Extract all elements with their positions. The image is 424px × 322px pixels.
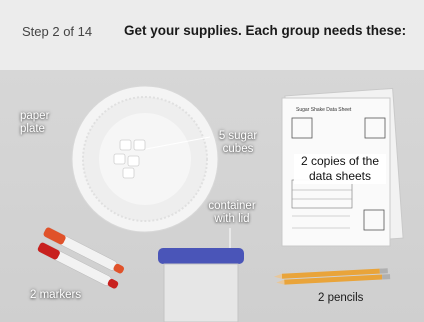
supplies-illustration <box>37 85 404 322</box>
step-header: Step 2 of 14 Get your supplies. Each gro… <box>0 0 424 70</box>
supplies-photo: paper plate 5 sugar cubes 2 copies of th… <box>0 70 424 322</box>
container-label: container with lid <box>208 200 256 225</box>
pencils-label: 2 pencils <box>318 292 364 304</box>
container-with-lid <box>158 228 244 322</box>
data-sheets-label: 2 copies of the data sheets <box>294 154 386 184</box>
step-counter: Step 2 of 14 <box>22 24 93 39</box>
paper-plate-label: paper plate <box>20 110 50 135</box>
paper-plate <box>71 85 219 233</box>
markers <box>37 227 125 289</box>
data-sheet-title: Sugar Shake Data Sheet <box>296 107 352 113</box>
markers-label: 2 markers <box>30 289 82 301</box>
sugar-cubes-label: 5 sugar cubes <box>218 130 258 155</box>
pencils <box>273 268 391 285</box>
step-title: Get your supplies. Each group needs thes… <box>124 23 407 38</box>
